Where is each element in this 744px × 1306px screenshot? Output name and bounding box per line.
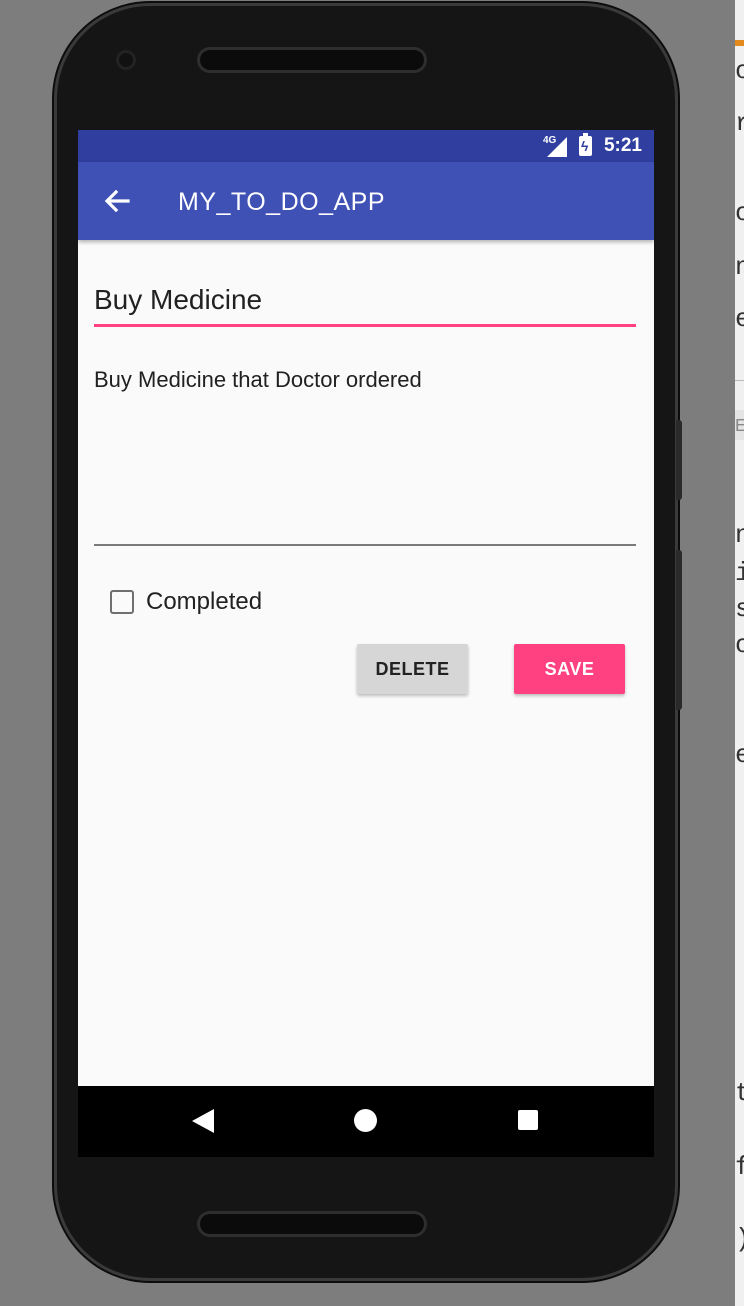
editor-char: o [735,198,744,228]
editor-char: ) [735,1226,744,1252]
back-button[interactable] [98,182,136,220]
nav-home-icon[interactable] [354,1109,377,1132]
delete-button[interactable]: DELETE [357,644,468,694]
editor-char: n [735,252,744,282]
background-editor-strip: o r o n e E n i s o e t f ) [735,0,744,1306]
nav-back-icon[interactable] [192,1109,214,1133]
editor-char: o [735,630,744,660]
editor-char: i [735,558,744,588]
task-description-input[interactable]: Buy Medicine that Doctor ordered [94,366,636,546]
top-speaker [200,50,424,70]
editor-char: E [735,417,744,437]
arrow-back-icon [104,189,130,213]
nav-recents-icon[interactable] [518,1110,538,1130]
editor-char: n [735,520,744,550]
editor-char: e [735,740,744,770]
front-camera [116,50,136,70]
editor-divider [735,380,744,381]
editor-char: e [735,304,744,334]
editor-accent-bar [735,40,744,46]
app-title: MY_TO_DO_APP [178,188,386,216]
status-bar: 4G ϟ 5:21 [78,130,654,162]
editor-char: f [735,1152,744,1182]
bottom-speaker [200,1214,424,1234]
power-button [676,550,682,710]
status-time: 5:21 [603,135,642,156]
completed-checkbox[interactable] [110,590,134,614]
save-button[interactable]: SAVE [514,644,625,694]
volume-button [676,420,682,500]
device-screen: 4G ϟ 5:21 MY_TO_DO_APP Buy Medicine Buy … [78,130,654,1157]
task-title-input[interactable]: Buy Medicine [94,280,636,327]
editor-char: t [735,1078,744,1108]
editor-char: r [735,108,744,138]
app-bar: MY_TO_DO_APP [78,162,654,240]
system-nav-bar [78,1086,654,1157]
battery-charging-icon: ϟ [579,133,592,156]
signal-icon [547,137,567,157]
editor-char: o [735,56,744,86]
completed-label[interactable]: Completed [146,588,262,616]
editor-char: s [735,594,744,624]
